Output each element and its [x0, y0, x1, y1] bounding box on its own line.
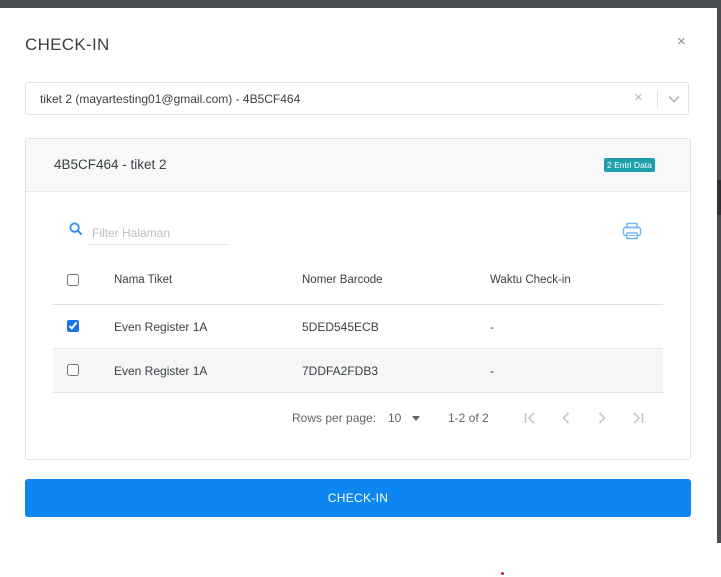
- table-row[interactable]: Even Register 1A 5DED545ECB -: [53, 305, 663, 349]
- print-icon[interactable]: [622, 222, 642, 240]
- entry-count-badge: 2 Entri Data: [604, 158, 655, 172]
- stray-dot: [501, 572, 504, 575]
- cell-nama-tiket: Even Register 1A: [114, 320, 208, 334]
- cell-barcode: 7DDFA2FDB3: [302, 364, 379, 378]
- card-header: 4B5CF464 - tiket 2 2 Entri Data: [26, 139, 690, 192]
- first-page-icon[interactable]: [522, 410, 538, 426]
- search-icon: [69, 222, 83, 236]
- rows-per-page-select[interactable]: 10: [388, 411, 401, 425]
- cell-waktu-checkin: -: [490, 320, 494, 334]
- cell-waktu-checkin: -: [490, 364, 494, 378]
- checkin-table: Nama Tiket Nomer Barcode Waktu Check-in …: [53, 258, 663, 393]
- modal-title: CHECK-IN: [25, 35, 110, 54]
- ticket-card: 4B5CF464 - tiket 2 2 Entri Data Nama Tik…: [25, 138, 691, 460]
- select-separator: [657, 90, 658, 108]
- backdrop-right: [717, 8, 721, 543]
- select-all-checkbox[interactable]: [67, 274, 79, 286]
- chevron-left-icon[interactable]: [558, 410, 574, 426]
- checkin-modal: CHECK-IN × tiket 2 (mayartesting01@gmail…: [0, 8, 717, 543]
- clear-icon[interactable]: ×: [634, 90, 643, 106]
- last-page-icon[interactable]: [630, 410, 646, 426]
- page-range: 1-2 of 2: [448, 411, 489, 425]
- caret-down-icon[interactable]: [412, 416, 420, 421]
- row-checkbox[interactable]: [67, 320, 79, 332]
- table-header: Nama Tiket Nomer Barcode Waktu Check-in: [53, 258, 663, 305]
- checkin-button[interactable]: CHECK-IN: [25, 479, 691, 517]
- row-checkbox[interactable]: [67, 364, 79, 376]
- chevron-down-icon[interactable]: [666, 92, 682, 106]
- table-row[interactable]: Even Register 1A 7DDFA2FDB3 -: [53, 349, 663, 393]
- backdrop-top: [0, 0, 721, 8]
- column-header-nama-tiket[interactable]: Nama Tiket: [114, 274, 172, 286]
- ticket-select[interactable]: tiket 2 (mayartesting01@gmail.com) - 4B5…: [25, 82, 689, 115]
- rows-per-page-label: Rows per page:: [292, 411, 377, 425]
- backdrop-right-shadow: [717, 180, 721, 215]
- pagination: Rows per page: 10 1-2 of 2: [26, 409, 690, 429]
- chevron-right-icon[interactable]: [594, 410, 610, 426]
- ticket-select-value: tiket 2 (mayartesting01@gmail.com) - 4B5…: [40, 92, 301, 106]
- cell-barcode: 5DED545ECB: [302, 320, 379, 334]
- cell-nama-tiket: Even Register 1A: [114, 364, 208, 378]
- column-header-waktu-checkin[interactable]: Waktu Check-in: [490, 274, 571, 286]
- card-title: 4B5CF464 - tiket 2: [54, 157, 167, 172]
- filter-input[interactable]: [88, 221, 228, 245]
- column-header-nomer-barcode[interactable]: Nomer Barcode: [302, 274, 383, 286]
- close-icon[interactable]: ×: [677, 33, 686, 51]
